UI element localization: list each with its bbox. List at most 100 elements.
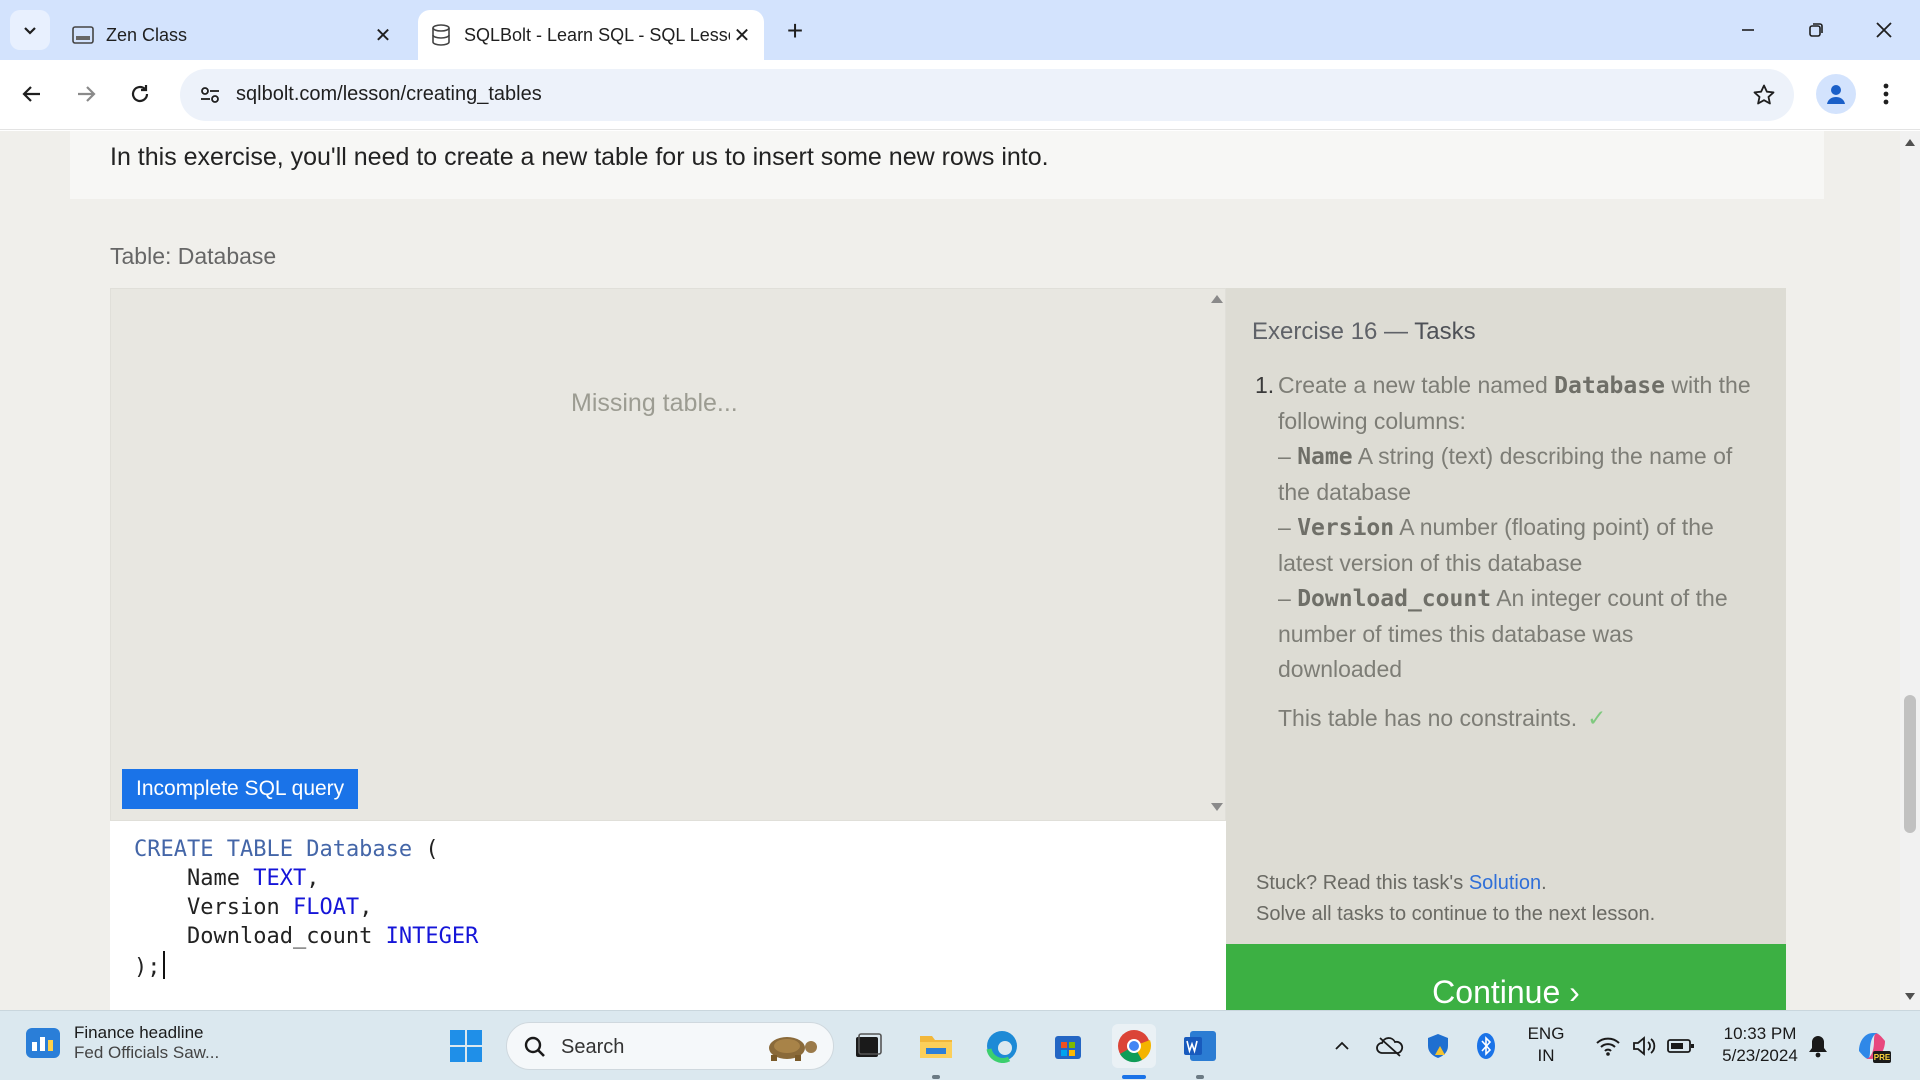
volume-icon (1633, 1036, 1656, 1056)
missing-table-text: Missing table... (571, 389, 738, 417)
word-button[interactable] (1178, 1024, 1222, 1068)
svg-text:PRE: PRE (1874, 1053, 1891, 1062)
copilot-icon: PRE (1859, 1033, 1891, 1063)
scroll-up-icon[interactable] (1211, 295, 1223, 303)
zen-class-favicon-icon (72, 24, 94, 46)
chrome-button[interactable] (1112, 1024, 1156, 1068)
address-bar[interactable]: sqlbolt.com/lesson/creating_tables (180, 69, 1794, 121)
news-text: Finance headline Fed Officials Saw... (74, 1023, 219, 1063)
bluetooth-icon (1477, 1033, 1495, 1059)
tasks-panel: Exercise 16 — Tasks 1. Create a new tabl… (1226, 288, 1786, 944)
new-tab-button[interactable]: + (778, 14, 812, 48)
site-settings-icon[interactable] (194, 79, 226, 111)
task-code: Database (1554, 373, 1665, 399)
lesson-intro: In this exercise, you'll need to create … (70, 131, 1824, 199)
wifi-icon (1596, 1037, 1620, 1056)
code-line: Name TEXT, (186, 866, 320, 891)
tasks-title-prefix: Exercise 16 — (1252, 318, 1409, 345)
continue-button[interactable]: Continue › (1226, 944, 1786, 1010)
quick-settings-button[interactable] (1586, 1024, 1704, 1068)
no-constraints-note: This table has no constraints. ✓ (1252, 701, 1762, 736)
code-line: Download_count INTEGER (134, 922, 1202, 951)
scroll-thumb[interactable] (1904, 695, 1916, 833)
code-line: CREATE TABLE Database ( (134, 835, 1202, 864)
solution-link[interactable]: Solution (1469, 872, 1541, 894)
scroll-up-icon[interactable] (1905, 139, 1915, 146)
scroll-down-icon[interactable] (1905, 993, 1915, 1000)
copilot-button[interactable]: PRE (1848, 1024, 1896, 1068)
file-explorer-button[interactable] (914, 1024, 958, 1068)
code-keyword: CREATE TABLE (134, 837, 293, 862)
dash: – (1278, 585, 1291, 611)
chevron-down-icon (24, 27, 36, 35)
bluetooth-tray-icon[interactable] (1466, 1024, 1506, 1068)
close-tab-icon[interactable]: ✕ (730, 23, 754, 47)
windows-taskbar: Finance headline Fed Officials Saw... Se… (0, 1010, 1920, 1080)
task-item: 1. Create a new table named Database wit… (1252, 368, 1762, 736)
cloud-offline-icon (1376, 1037, 1404, 1057)
tab-search-button[interactable] (10, 10, 50, 50)
minimize-button[interactable] (1714, 0, 1782, 60)
reload-button[interactable] (120, 74, 160, 114)
windows-logo-icon (450, 1030, 482, 1062)
exercise-widget: Missing table... Incomplete SQL query CR… (110, 288, 1786, 1010)
news-widget[interactable]: Finance headline Fed Officials Saw... (26, 1023, 219, 1063)
code-punct: ); (134, 955, 161, 980)
search-icon (524, 1036, 545, 1057)
clock-time: 10:33 PM (1723, 1024, 1797, 1043)
arrow-right-icon (78, 86, 96, 102)
profile-avatar[interactable] (1816, 74, 1856, 114)
tasks-title: Exercise 16 — Tasks (1252, 318, 1476, 346)
scroll-down-icon[interactable] (1211, 803, 1223, 811)
show-hidden-icons-button[interactable] (1322, 1024, 1362, 1068)
search-placeholder: Search (561, 1036, 625, 1058)
restore-icon (1809, 23, 1823, 37)
tab-zen-class[interactable]: Zen Class ✕ (60, 10, 405, 60)
start-button[interactable] (444, 1024, 488, 1068)
results-scrollbar[interactable] (1207, 289, 1227, 822)
taskbar-search[interactable]: Search (506, 1022, 834, 1070)
sql-editor[interactable]: CREATE TABLE Database ( Name TEXT, Versi… (110, 821, 1226, 1010)
dash: – (1278, 443, 1291, 469)
page-scrollbar[interactable] (1900, 131, 1920, 1010)
chrome-icon (1118, 1030, 1152, 1063)
task-view-button[interactable] (846, 1024, 890, 1068)
running-indicator (1196, 1075, 1204, 1079)
task-view-icon (856, 1033, 882, 1057)
code-punct: ( (425, 837, 439, 862)
tab-title: Zen Class (106, 24, 188, 45)
language-indicator[interactable]: ENG IN (1514, 1023, 1578, 1067)
task-code: Version (1297, 515, 1395, 541)
tab-sqlbolt[interactable]: SQLBolt - Learn SQL - SQL Lesso ✕ (418, 10, 764, 60)
store-button[interactable] (1046, 1024, 1090, 1068)
lesson-content: In this exercise, you'll need to create … (70, 131, 1824, 1010)
store-icon (1055, 1036, 1081, 1059)
help-text: Stuck? Read this task's Solution. Solve … (1256, 868, 1655, 930)
back-button[interactable] (12, 74, 52, 114)
notifications-button[interactable] (1798, 1024, 1838, 1068)
onedrive-tray-icon[interactable] (1370, 1024, 1410, 1068)
edge-button[interactable] (980, 1024, 1024, 1068)
clock-date: 5/23/2024 (1722, 1046, 1798, 1065)
task-text: This table has no constraints. (1278, 705, 1578, 731)
task-number: 1. (1255, 372, 1275, 398)
close-icon (1876, 22, 1892, 38)
page-viewport: In this exercise, you'll need to create … (0, 131, 1900, 1010)
close-tab-icon[interactable]: ✕ (371, 23, 395, 47)
chevron-up-icon (1335, 1041, 1349, 1050)
code-type: FLOAT (292, 895, 360, 920)
task-column-version: – Version A number (floating point) of t… (1278, 510, 1762, 581)
person-icon (1827, 85, 1845, 104)
clock[interactable]: 10:33 PM 5/23/2024 (1712, 1023, 1808, 1067)
restore-button[interactable] (1782, 0, 1850, 60)
browser-menu-button[interactable] (1870, 74, 1902, 114)
code-table-name: Database (306, 837, 413, 862)
security-tray-icon[interactable] (1418, 1024, 1458, 1068)
word-icon (1184, 1031, 1216, 1061)
code-column: Version (186, 895, 280, 920)
stuck-text: Stuck? Read this task's (1256, 872, 1464, 894)
edge-icon (986, 1031, 1017, 1063)
forward-button[interactable] (66, 74, 106, 114)
close-window-button[interactable] (1850, 0, 1918, 60)
bookmark-star-icon[interactable] (1748, 79, 1780, 111)
